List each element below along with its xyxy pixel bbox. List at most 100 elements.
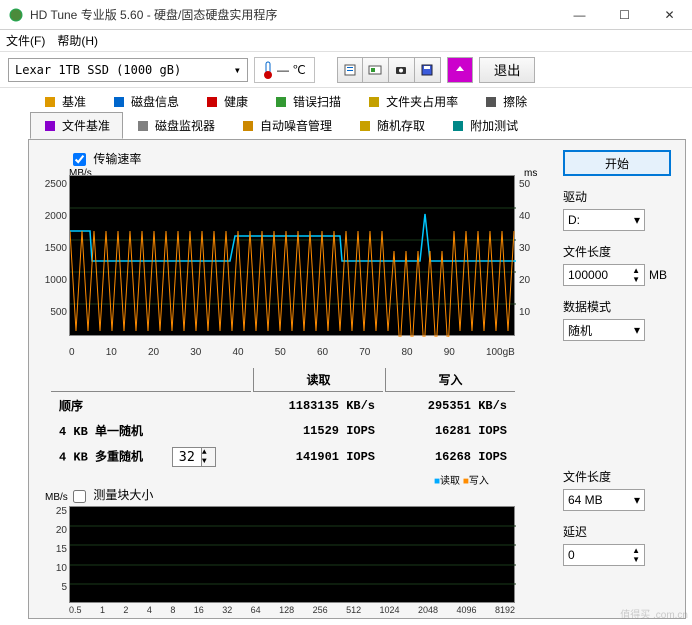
tab-icon <box>136 119 150 133</box>
x-axis: 0102030405060708090100gB <box>69 347 515 358</box>
titlebar: HD Tune 专业版 5.60 - 硬盘/固态硬盘实用程序 — ☐ ✕ <box>0 0 692 30</box>
transfer-chart-svg <box>70 176 516 337</box>
tab-icon <box>112 95 126 109</box>
delay-input[interactable]: 0 ▲▼ <box>563 544 645 566</box>
window-title: HD Tune 专业版 5.60 - 硬盘/固态硬盘实用程序 <box>30 6 557 23</box>
drive-select[interactable]: Lexar 1TB SSD (1000 gB) ▾ <box>8 58 248 82</box>
file-length2-select[interactable]: 64 MB▾ <box>563 489 645 511</box>
tab-label: 随机存取 <box>377 117 425 134</box>
tab-label: 自动噪音管理 <box>260 117 332 134</box>
temperature-value: — ℃ <box>277 63 306 77</box>
chevron-down-icon: ▾ <box>234 63 241 77</box>
y-axis-right: 5040302010 <box>519 179 539 339</box>
right-panel-2: 文件长度 64 MB▾ 延迟 0 ▲▼ <box>563 456 673 566</box>
drive-label: 驱动 <box>563 188 673 205</box>
queue-depth-spinner[interactable]: ▲▼ <box>172 447 216 467</box>
tab-label: 附加测试 <box>470 117 518 134</box>
tabs-row-1: 基准 磁盘信息 健康 错误扫描 文件夹占用率 擦除 <box>0 88 692 115</box>
drive-letter-select[interactable]: D:▾ <box>563 209 645 231</box>
file-length-label: 文件长度 <box>563 243 673 260</box>
toolbar: Lexar 1TB SSD (1000 gB) ▾ — ℃ 退出 <box>0 52 692 88</box>
tab-icon <box>43 95 57 109</box>
tab-icon <box>358 119 372 133</box>
file-length-unit: MB <box>649 268 667 282</box>
block-size-checkbox-input[interactable] <box>73 490 86 503</box>
save-screenshot-button[interactable] <box>389 57 415 83</box>
temperature-display: — ℃ <box>254 57 315 83</box>
tab-1-2[interactable]: 健康 <box>192 88 261 115</box>
tab-1-4[interactable]: 文件夹占用率 <box>354 88 471 115</box>
results-table: 读取 写入 顺序 1183135 KB/s 295351 KB/s 4 KB 单… <box>49 366 517 472</box>
minimize-button[interactable]: — <box>557 0 602 29</box>
table-row: 顺序 1183135 KB/s 295351 KB/s <box>51 394 515 417</box>
chart2-y-unit: MB/s <box>45 492 68 503</box>
table-row: 4 KB 多重随机 ▲▼ 141901 IOPS 16268 IOPS <box>51 444 515 470</box>
tab-icon <box>484 95 498 109</box>
close-button[interactable]: ✕ <box>647 0 692 29</box>
tab-2-1[interactable]: 磁盘监视器 <box>123 112 228 139</box>
data-mode-label: 数据模式 <box>563 298 673 315</box>
tab-label: 擦除 <box>503 93 527 110</box>
y-axis-right-unit: ms <box>524 168 537 179</box>
copy-info-button[interactable] <box>337 57 363 83</box>
col-read: 读取 <box>253 368 383 392</box>
block-size-label: 测量块大小 <box>93 488 153 502</box>
tab-1-1[interactable]: 磁盘信息 <box>99 88 192 115</box>
transfer-rate-checkbox-input[interactable] <box>73 153 86 166</box>
toolbar-group-nav <box>447 57 473 83</box>
tab-icon <box>451 119 465 133</box>
menu-file[interactable]: 文件(F) <box>6 32 45 49</box>
maximize-button[interactable]: ☐ <box>602 0 647 29</box>
tab-label: 文件夹占用率 <box>386 93 458 110</box>
start-button[interactable]: 开始 <box>563 150 671 176</box>
menu-help[interactable]: 帮助(H) <box>57 32 98 49</box>
tab-2-0[interactable]: 文件基准 <box>30 112 123 139</box>
block-size-checkbox[interactable]: 测量块大小 <box>69 488 153 502</box>
tab-2-4[interactable]: 附加测试 <box>438 112 531 139</box>
tab-label: 磁盘监视器 <box>155 117 215 134</box>
tab-1-3[interactable]: 错误扫描 <box>261 88 354 115</box>
drive-select-value: Lexar 1TB SSD (1000 gB) <box>15 63 181 77</box>
chart2-legend: ■读取 ■写入 <box>434 472 489 487</box>
tab-label: 错误扫描 <box>293 93 341 110</box>
tab-2-3[interactable]: 随机存取 <box>345 112 438 139</box>
tab-label: 健康 <box>224 93 248 110</box>
queue-depth-input[interactable] <box>173 448 201 466</box>
tab-icon <box>43 119 57 133</box>
tab-icon <box>367 95 381 109</box>
file-benchmark-panel: 传输速率 MB/s ms 2500200015001000500 5040302… <box>28 139 686 619</box>
table-row: 4 KB 单一随机 11529 IOPS 16281 IOPS <box>51 419 515 442</box>
save-button[interactable] <box>415 57 441 83</box>
chart2-y-axis: 252015105 <box>39 506 67 601</box>
col-write: 写入 <box>385 368 515 392</box>
transfer-chart <box>69 175 515 336</box>
transfer-rate-label: 传输速率 <box>93 152 141 166</box>
toolbar-group-copy <box>337 57 441 83</box>
exit-button[interactable]: 退出 <box>479 57 536 83</box>
chart2-x-axis: 0.512481632641282565121024204840968192 <box>69 605 515 615</box>
copy-screenshot-button[interactable] <box>363 57 389 83</box>
block-size-chart <box>69 506 515 603</box>
tab-2-2[interactable]: 自动噪音管理 <box>228 112 345 139</box>
y-axis-left: 2500200015001000500 <box>39 179 67 339</box>
tab-icon <box>274 95 288 109</box>
transfer-rate-checkbox[interactable]: 传输速率 <box>69 152 141 166</box>
tab-icon <box>205 95 219 109</box>
tab-1-0[interactable]: 基准 <box>30 88 99 115</box>
right-panel: 开始 驱动 D:▾ 文件长度 100000 ▲▼ MB 数据模式 随机▾ <box>563 150 673 341</box>
file-length-input[interactable]: 100000 ▲▼ <box>563 264 645 286</box>
tab-label: 文件基准 <box>62 117 110 134</box>
thermometer-icon <box>263 61 273 79</box>
tab-icon <box>241 119 255 133</box>
data-mode-select[interactable]: 随机▾ <box>563 319 645 341</box>
menubar: 文件(F) 帮助(H) <box>0 30 692 52</box>
tab-1-5[interactable]: 擦除 <box>471 88 540 115</box>
options-button[interactable] <box>447 57 473 83</box>
tab-label: 磁盘信息 <box>131 93 179 110</box>
delay-label: 延迟 <box>563 523 673 540</box>
app-icon <box>8 7 24 23</box>
spinner-buttons[interactable]: ▲▼ <box>201 448 215 466</box>
tab-label: 基准 <box>62 93 86 110</box>
tabs-row-2: 文件基准 磁盘监视器 自动噪音管理 随机存取 附加测试 <box>0 112 692 139</box>
file-length2-label: 文件长度 <box>563 468 673 485</box>
